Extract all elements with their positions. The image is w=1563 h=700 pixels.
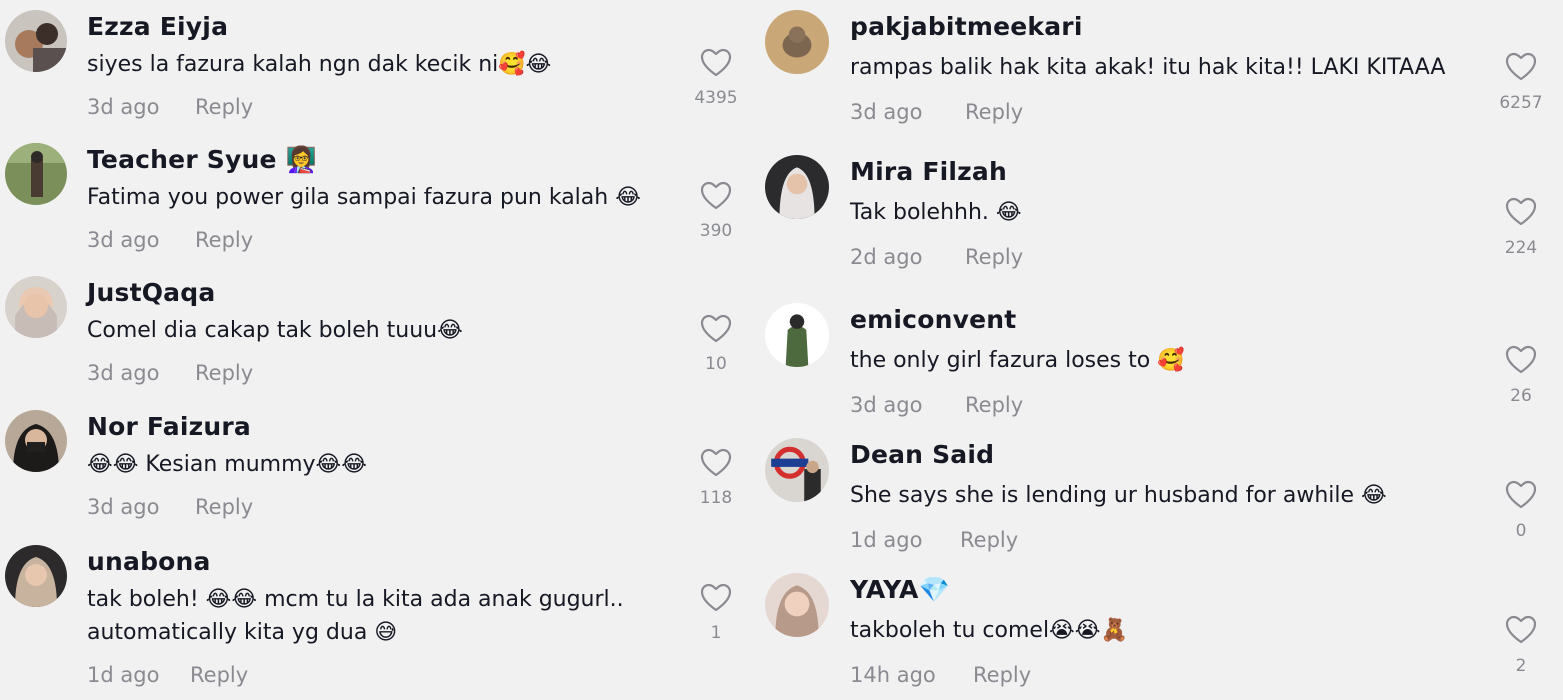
reply-button[interactable]: Reply [960, 528, 1018, 552]
avatar[interactable] [765, 573, 829, 637]
comment-time: 3d ago [87, 361, 160, 385]
comment-item: Ezza Eiyja siyes la fazura kalah ngn dak… [0, 0, 760, 130]
heart-icon[interactable] [1505, 197, 1537, 227]
comment-text: siyes la fazura kalah ngn dak kecik ni🥰😂 [87, 52, 552, 77]
reply-button[interactable]: Reply [190, 663, 248, 687]
avatar[interactable] [5, 276, 67, 338]
reply-button[interactable]: Reply [965, 393, 1023, 417]
reply-button[interactable]: Reply [973, 663, 1031, 687]
username[interactable]: Ezza Eiyja [87, 12, 228, 41]
comment-item: Dean Said She says she is lending ur hus… [760, 428, 1563, 573]
comment-time: 1d ago [87, 663, 160, 687]
comment-time: 14h ago [850, 663, 936, 687]
heart-icon[interactable] [700, 448, 732, 478]
comment-item: Mira Filzah Tak bolehhh. 😂 2d ago Reply … [760, 145, 1563, 290]
reply-button[interactable]: Reply [965, 245, 1023, 269]
comment-time: 3d ago [850, 393, 923, 417]
comment-time: 3d ago [87, 95, 160, 119]
comment-text: 😂😂 Kesian mummy😂😂 [87, 452, 367, 477]
like-count: 0 [1515, 521, 1527, 541]
username[interactable]: emiconvent [850, 305, 1016, 334]
comment-item: Nor Faizura 😂😂 Kesian mummy😂😂 3d ago Rep… [0, 400, 760, 530]
comment-item: emiconvent the only girl fazura loses to… [760, 293, 1563, 438]
reply-button[interactable]: Reply [195, 95, 253, 119]
username[interactable]: YAYA💎 [850, 575, 950, 605]
comment-item: pakjabitmeekari rampas balik hak kita ak… [760, 0, 1563, 145]
avatar[interactable] [5, 410, 67, 472]
comment-time: 3d ago [850, 100, 923, 124]
comment-text: the only girl fazura loses to 🥰 [850, 348, 1185, 373]
like-count: 4395 [694, 88, 738, 108]
comment-text: Comel dia cakap tak boleh tuuu😂 [87, 318, 463, 343]
avatar[interactable] [5, 545, 67, 607]
like-count: 390 [699, 221, 733, 241]
avatar[interactable] [5, 10, 67, 72]
reply-button[interactable]: Reply [195, 495, 253, 519]
like-count: 10 [705, 354, 727, 374]
avatar[interactable] [765, 438, 829, 502]
username[interactable]: Nor Faizura [87, 412, 251, 441]
comment-item: JustQaqa Comel dia cakap tak boleh tuuu😂… [0, 266, 760, 396]
reply-button[interactable]: Reply [965, 100, 1023, 124]
like-count: 224 [1504, 238, 1538, 258]
heart-icon[interactable] [700, 181, 732, 211]
avatar[interactable] [765, 155, 829, 219]
comment-text: rampas balik hak kita akak! itu hak kita… [850, 55, 1446, 80]
comment-text-line-2: automatically kita yg dua 😅 [87, 620, 398, 645]
heart-icon[interactable] [1505, 480, 1537, 510]
comment-item: YAYA💎 takboleh tu comel😭😭🧸 14h ago Reply… [760, 563, 1563, 700]
like-count: 1 [710, 623, 722, 643]
avatar[interactable] [5, 143, 67, 205]
like-count: 26 [1510, 386, 1532, 406]
comment-item: unabona tak boleh! 😂😂 mcm tu la kita ada… [0, 535, 760, 700]
comment-text: takboleh tu comel😭😭🧸 [850, 618, 1128, 643]
heart-icon[interactable] [1505, 615, 1537, 645]
username[interactable]: Mira Filzah [850, 157, 1007, 186]
reply-button[interactable]: Reply [195, 228, 253, 252]
like-count: 6257 [1499, 93, 1543, 113]
like-count: 2 [1515, 656, 1527, 676]
comment-text: She says she is lending ur husband for a… [850, 483, 1387, 508]
username[interactable]: pakjabitmeekari [850, 12, 1083, 41]
comment-time: 3d ago [87, 228, 160, 252]
comment-time: 2d ago [850, 245, 923, 269]
heart-icon[interactable] [1505, 345, 1537, 375]
username[interactable]: Teacher Syue 👩‍🏫 [87, 145, 317, 175]
comment-time: 1d ago [850, 528, 923, 552]
username[interactable]: Dean Said [850, 440, 994, 469]
avatar[interactable] [765, 10, 829, 74]
heart-icon[interactable] [700, 48, 732, 78]
comment-item: Teacher Syue 👩‍🏫 Fatima you power gila s… [0, 133, 760, 263]
comment-text-line-1: tak boleh! 😂😂 mcm tu la kita ada anak gu… [87, 587, 624, 612]
avatar[interactable] [765, 303, 829, 367]
heart-icon[interactable] [1505, 52, 1537, 82]
username[interactable]: JustQaqa [87, 278, 215, 307]
reply-button[interactable]: Reply [195, 361, 253, 385]
username[interactable]: unabona [87, 547, 211, 576]
heart-icon[interactable] [700, 583, 732, 613]
heart-icon[interactable] [700, 314, 732, 344]
comment-text: Tak bolehhh. 😂 [850, 200, 1022, 225]
comment-text: Fatima you power gila sampai fazura pun … [87, 185, 641, 210]
comment-time: 3d ago [87, 495, 160, 519]
like-count: 118 [699, 488, 733, 508]
